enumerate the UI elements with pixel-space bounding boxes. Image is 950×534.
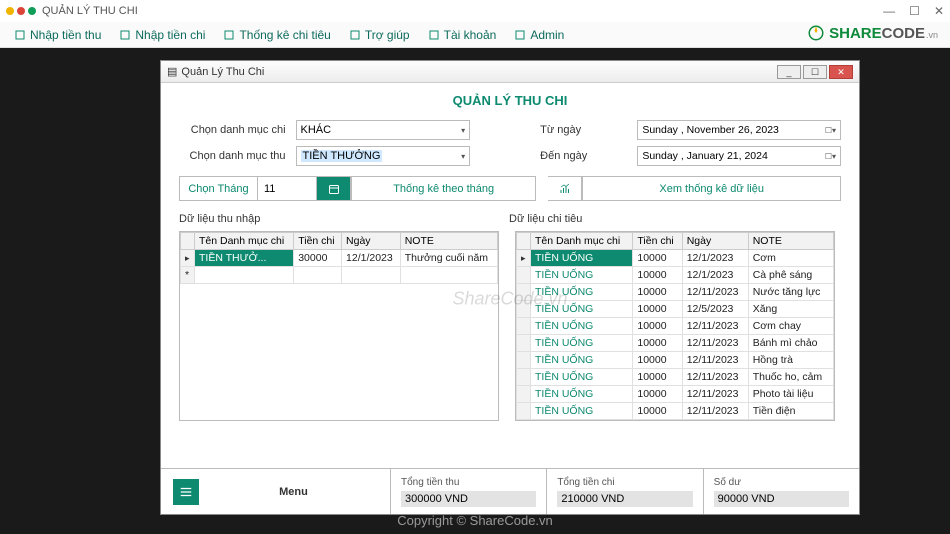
sharecode-logo: SHARECODE.vn [807,24,938,42]
menu-admin[interactable]: Admin [514,28,564,42]
label-from: Từ ngày [540,124,627,136]
label-income-grid: Dữ liệu thu nhập [179,213,489,225]
combo-chi[interactable]: KHÁC▾ [296,120,471,140]
menu-trợ-giúp[interactable]: Trợ giúp [349,28,410,42]
btn-view-stat[interactable]: Xem thống kê dữ liệu [582,176,841,201]
dialog-window: ▤ Quản Lý Thu Chi _ ☐ ✕ QUẢN LÝ THU CHI … [160,60,860,515]
menu-tài-khoản[interactable]: Tài khoản [428,28,497,42]
menu-thống-kê-chi-tiêu[interactable]: Thống kê chi tiêu [223,28,330,42]
close-button[interactable]: ✕ [934,4,944,18]
table-row[interactable]: TIỀN UỐNG1000012/11/2023Nước tăng lực [517,284,834,301]
win-close-button[interactable]: ✕ [829,65,853,79]
input-month[interactable]: 11 [257,176,317,201]
table-row[interactable]: TIỀN UỐNG1000012/5/2023Xăng [517,301,834,318]
table-row[interactable]: TIỀN UỐNG1000012/1/2023Cà phê sáng [517,267,834,284]
calendar-icon [317,176,351,201]
table-row[interactable]: * [181,267,498,284]
menu-button[interactable]: Menu [161,469,391,514]
value-balance: 90000 VND [714,491,849,507]
minimize-button[interactable]: — [883,4,895,18]
table-row[interactable]: TIỀN UỐNG1000012/11/2023Cơm chay [517,318,834,335]
table-row[interactable]: TIỀN UỐNG1000012/11/2023Tiền điện [517,403,834,420]
win-maximize-button[interactable]: ☐ [803,65,827,79]
expense-grid[interactable]: Tên Danh mục chiTiền chiNgàyNOTETIỀN UỐN… [515,231,835,421]
table-row[interactable]: TIỀN UỐNG1000012/11/2023Giữ xe tháng [517,420,834,422]
win-minimize-button[interactable]: _ [777,65,801,79]
menu-icon [173,479,199,505]
btn-stat-month[interactable]: Thống kê theo tháng [351,176,536,201]
label-to: Đến ngày [540,150,627,162]
table-row[interactable]: TIỀN UỐNG1000012/11/2023Thuốc ho, cảm [517,369,834,386]
table-row[interactable]: TIỀN UỐNG1000012/11/2023Photo tài liệu [517,386,834,403]
table-row[interactable]: TIỀN UỐNG1000012/11/2023Bánh mì chảo [517,335,834,352]
chart-icon [548,176,582,201]
outer-title-text: QUẢN LÝ THU CHI [42,5,138,17]
income-grid[interactable]: Tên Danh mục chiTiền chiNgàyNOTETIỀN THƯ… [179,231,499,421]
value-sum-in: 300000 VND [401,491,536,507]
table-row[interactable]: TIỀN UỐNG1000012/11/2023Hồng trà [517,352,834,369]
label-thu: Chọn danh mục thu [179,150,286,162]
copyright: Copyright © ShareCode.vn [397,513,553,528]
form-heading: QUẢN LÝ THU CHI [179,93,841,108]
label-balance: Số dư [714,477,849,488]
dialog-titlebar[interactable]: ▤ Quản Lý Thu Chi _ ☐ ✕ [161,61,859,83]
table-row[interactable]: TIỀN THƯỞ...3000012/1/2023Thưởng cuối nă… [181,250,498,267]
label-sum-in: Tổng tiền thu [401,477,536,488]
label-expense-grid: Dữ liệu chi tiêu [509,213,819,225]
dialog-title: Quản Lý Thu Chi [181,66,264,78]
label-month: Chọn Tháng [179,176,257,201]
maximize-button[interactable]: ☐ [909,4,920,18]
value-sum-out: 210000 VND [557,491,692,507]
outer-titlebar: QUẢN LÝ THU CHI — ☐ ✕ [0,0,950,22]
combo-thu[interactable]: TIỀN THƯỞNG▾ [296,146,471,166]
label-chi: Chọn danh mục chi [179,124,286,136]
date-from[interactable]: Sunday , November 26, 2023☐▾ [637,120,841,140]
menu-nhập-tiền-thu[interactable]: Nhập tiền thu [14,28,101,42]
table-row[interactable]: TIỀN UỐNG1000012/1/2023Cơm [517,250,834,267]
menu-nhập-tiền-chi[interactable]: Nhập tiền chi [119,28,205,42]
label-sum-out: Tổng tiền chi [557,477,692,488]
date-to[interactable]: Sunday , January 21, 2024☐▾ [637,146,841,166]
